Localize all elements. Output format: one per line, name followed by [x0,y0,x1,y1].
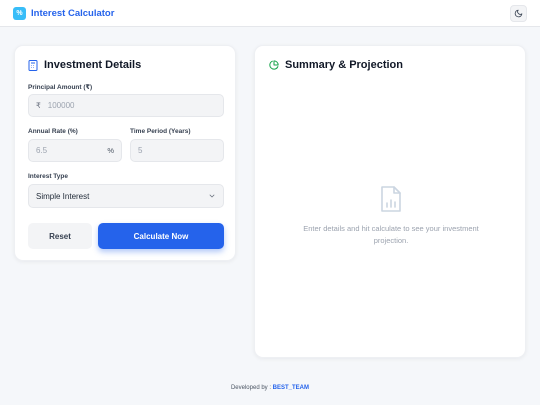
annual-rate-placeholder: 6.5 [36,146,48,155]
app-header: % Interest Calculator [0,0,540,27]
investment-details-card: Investment Details Principal Amount (₹) … [14,45,236,261]
brand[interactable]: % Interest Calculator [13,6,115,20]
percent-icon: % [13,6,26,20]
summary-heading: Summary & Projection [269,59,403,71]
calculate-button[interactable]: Calculate Now [98,223,224,249]
footer: Developed by : BEST_TEAM [0,385,540,391]
footer-team-link[interactable]: BEST_TEAM [273,385,309,391]
principal-input[interactable]: ₹ 100000 [28,94,224,117]
summary-title: Summary & Projection [285,59,403,71]
footer-prefix: Developed by : [230,385,271,391]
pie-chart-icon [269,60,279,70]
principal-placeholder: 100000 [47,101,75,110]
moon-icon [514,9,523,18]
summary-card: Summary & Projection Enter details and h… [254,45,526,358]
chevron-down-icon [209,194,215,198]
annual-rate-input[interactable]: 6.5 % [28,139,122,162]
calculator-icon [28,59,38,71]
interest-type-select[interactable]: Simple Interest [28,184,224,208]
interest-type-value: Simple Interest [36,191,90,201]
app-title: Interest Calculator [31,7,115,19]
reset-button[interactable]: Reset [28,223,92,249]
interest-type-label: Interest Type [28,173,68,180]
percent-suffix: % [107,146,114,155]
principal-label: Principal Amount (₹) [28,84,93,91]
time-period-label: Time Period (Years) [130,128,191,135]
rupee-prefix: ₹ [36,101,41,110]
investment-details-heading: Investment Details [28,59,141,71]
time-period-placeholder: 5 [138,146,143,155]
time-period-input[interactable]: 5 [130,139,224,162]
file-chart-icon [381,186,401,212]
empty-state-message: Enter details and hit calculate to see y… [303,224,479,245]
annual-rate-label: Annual Rate (%) [28,128,78,135]
theme-toggle-button[interactable] [510,5,527,22]
investment-details-title: Investment Details [44,59,142,71]
